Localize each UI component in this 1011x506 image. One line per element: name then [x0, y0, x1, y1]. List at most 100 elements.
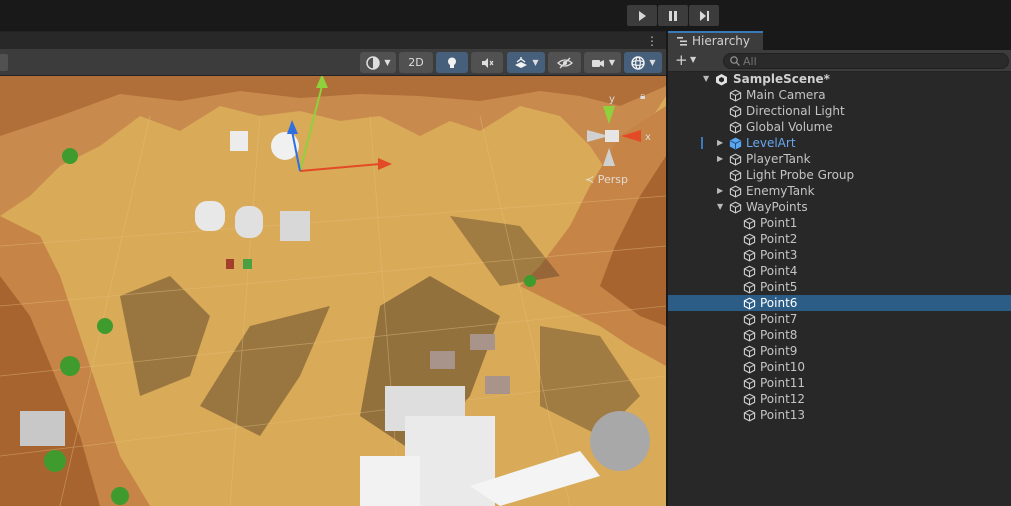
add-icon[interactable]: + — [675, 52, 688, 68]
hierarchy-item-point2[interactable]: Point2 — [668, 231, 1011, 247]
draw-mode-icon — [366, 55, 381, 70]
pause-icon — [669, 10, 677, 21]
gameobject-cube-icon — [743, 313, 756, 326]
camera-icon — [591, 59, 604, 67]
hierarchy-item-enemytank[interactable]: ▶ EnemyTank — [668, 183, 1011, 199]
scene-viewport[interactable]: y x 🔒︎ ≺ Persp — [0, 76, 666, 506]
hierarchy-item-main-camera[interactable]: Main Camera — [668, 87, 1011, 103]
hierarchy-search[interactable] — [723, 53, 1009, 69]
gameobject-cube-icon — [743, 281, 756, 294]
play-icon — [639, 10, 646, 21]
gameobject-cube-icon — [743, 393, 756, 406]
gameobject-cube-icon — [743, 345, 756, 358]
gameobject-cube-icon — [729, 169, 742, 182]
effects-button[interactable]: ▼ — [507, 52, 545, 73]
gameobject-cube-icon — [729, 89, 742, 102]
chevron-down-icon[interactable]: ▼ — [703, 71, 713, 87]
projection-toggle[interactable]: ≺ Persp — [585, 173, 628, 186]
item-label: Point2 — [760, 232, 798, 246]
gameobject-cube-icon — [729, 153, 742, 166]
hierarchy-item-point12[interactable]: Point12 — [668, 391, 1011, 407]
tab-hierarchy[interactable]: Hierarchy — [668, 31, 763, 50]
item-label: Point3 — [760, 248, 798, 262]
chevron-right-icon[interactable]: ▶ — [717, 183, 727, 199]
axis-y-label: y — [609, 94, 615, 105]
chevron-right-icon[interactable]: ▶ — [717, 135, 727, 151]
mode-2d-button[interactable]: 2D — [399, 52, 433, 73]
hierarchy-item-point6[interactable]: Point6 — [668, 295, 1011, 311]
hierarchy-item-waypoints[interactable]: ▼ WayPoints — [668, 199, 1011, 215]
item-label: Point4 — [760, 264, 798, 278]
hierarchy-item-point7[interactable]: Point7 — [668, 311, 1011, 327]
chevron-down-icon: ▼ — [384, 58, 391, 67]
hierarchy-item-directional-light[interactable]: Directional Light — [668, 103, 1011, 119]
scene-name: SampleScene* — [733, 72, 830, 86]
item-label: Point1 — [760, 216, 798, 230]
hierarchy-item-point13[interactable]: Point13 — [668, 407, 1011, 423]
mode-2d-label: 2D — [408, 56, 424, 69]
search-input[interactable] — [743, 54, 1003, 68]
camera-button[interactable]: ▼ — [584, 52, 621, 73]
scene-toolbar: ▼ 2D ▼ ▼ ▼ — [0, 49, 666, 76]
prefab-cube-icon — [729, 137, 742, 150]
item-label: WayPoints — [746, 200, 808, 214]
hierarchy-item-point9[interactable]: Point9 — [668, 343, 1011, 359]
gameobject-cube-icon — [743, 361, 756, 374]
chevron-down-icon[interactable]: ▼ — [717, 199, 727, 215]
hierarchy-item-playertank[interactable]: ▶ PlayerTank — [668, 151, 1011, 167]
hierarchy-item-point5[interactable]: Point5 — [668, 279, 1011, 295]
hierarchy-item-point4[interactable]: Point4 — [668, 263, 1011, 279]
draw-mode-button[interactable]: ▼ — [360, 52, 396, 73]
step-button[interactable] — [689, 5, 719, 26]
hierarchy-tree: ▼ SampleScene* Main Camera Directional Li… — [668, 71, 1011, 423]
item-label: Point13 — [760, 408, 806, 422]
step-icon — [700, 10, 709, 21]
hierarchy-item-levelart[interactable]: ▶ LevelArt — [668, 135, 1011, 151]
gizmos-button[interactable]: ▼ — [624, 52, 662, 73]
item-label: Point10 — [760, 360, 806, 374]
gameobject-cube-icon — [729, 105, 742, 118]
toolbar-overflow-handle[interactable] — [0, 54, 8, 71]
hierarchy-panel: Hierarchy + ▼ ▼ SampleScene* Main Camera… — [668, 31, 1011, 506]
hierarchy-item-light-probe-group[interactable]: Light Probe Group — [668, 167, 1011, 183]
item-label: EnemyTank — [746, 184, 815, 198]
item-label: Global Volume — [746, 120, 833, 134]
hierarchy-item-point11[interactable]: Point11 — [668, 375, 1011, 391]
play-button[interactable] — [627, 5, 657, 26]
item-label: Point11 — [760, 376, 806, 390]
item-label: Point12 — [760, 392, 806, 406]
pause-button[interactable] — [658, 5, 688, 26]
hierarchy-item-global-volume[interactable]: Global Volume — [668, 119, 1011, 135]
scene-audio-button[interactable] — [471, 52, 503, 73]
gameobject-cube-icon — [743, 297, 756, 310]
chevron-right-icon[interactable]: ▶ — [717, 151, 727, 167]
axis-x-label: x — [645, 132, 651, 143]
prefab-override-marker — [701, 137, 703, 149]
scene-items: Main Camera Directional Light Global Volum… — [668, 87, 1011, 423]
item-label: Directional Light — [746, 104, 845, 118]
item-label: LevelArt — [746, 136, 796, 150]
scene-tab-bar: ⋮ — [0, 31, 666, 49]
play-controls — [627, 5, 719, 26]
gameobject-cube-icon — [743, 377, 756, 390]
lock-icon[interactable]: 🔒︎ — [640, 91, 645, 102]
hierarchy-item-point1[interactable]: Point1 — [668, 215, 1011, 231]
gameobject-cube-icon — [729, 121, 742, 134]
hierarchy-item-point10[interactable]: Point10 — [668, 359, 1011, 375]
item-label: Point6 — [760, 296, 798, 310]
chevron-down-icon[interactable]: ▼ — [690, 55, 696, 64]
hidden-objects-button[interactable] — [548, 52, 581, 73]
scene-lighting-button[interactable] — [436, 52, 468, 73]
scene-row[interactable]: ▼ SampleScene* — [668, 71, 1011, 87]
orientation-gizmo[interactable]: y x — [575, 92, 655, 182]
hierarchy-list-icon — [677, 37, 687, 46]
more-options-icon[interactable]: ⋮ — [646, 34, 658, 48]
gizmo-sphere-icon — [631, 55, 646, 70]
hierarchy-item-point3[interactable]: Point3 — [668, 247, 1011, 263]
hierarchy-tab-label: Hierarchy — [692, 34, 751, 48]
visibility-off-icon — [556, 57, 573, 68]
top-toolbar — [0, 0, 1011, 31]
hierarchy-item-point8[interactable]: Point8 — [668, 327, 1011, 343]
gameobject-cube-icon — [729, 185, 742, 198]
unity-scene-icon — [716, 74, 727, 86]
